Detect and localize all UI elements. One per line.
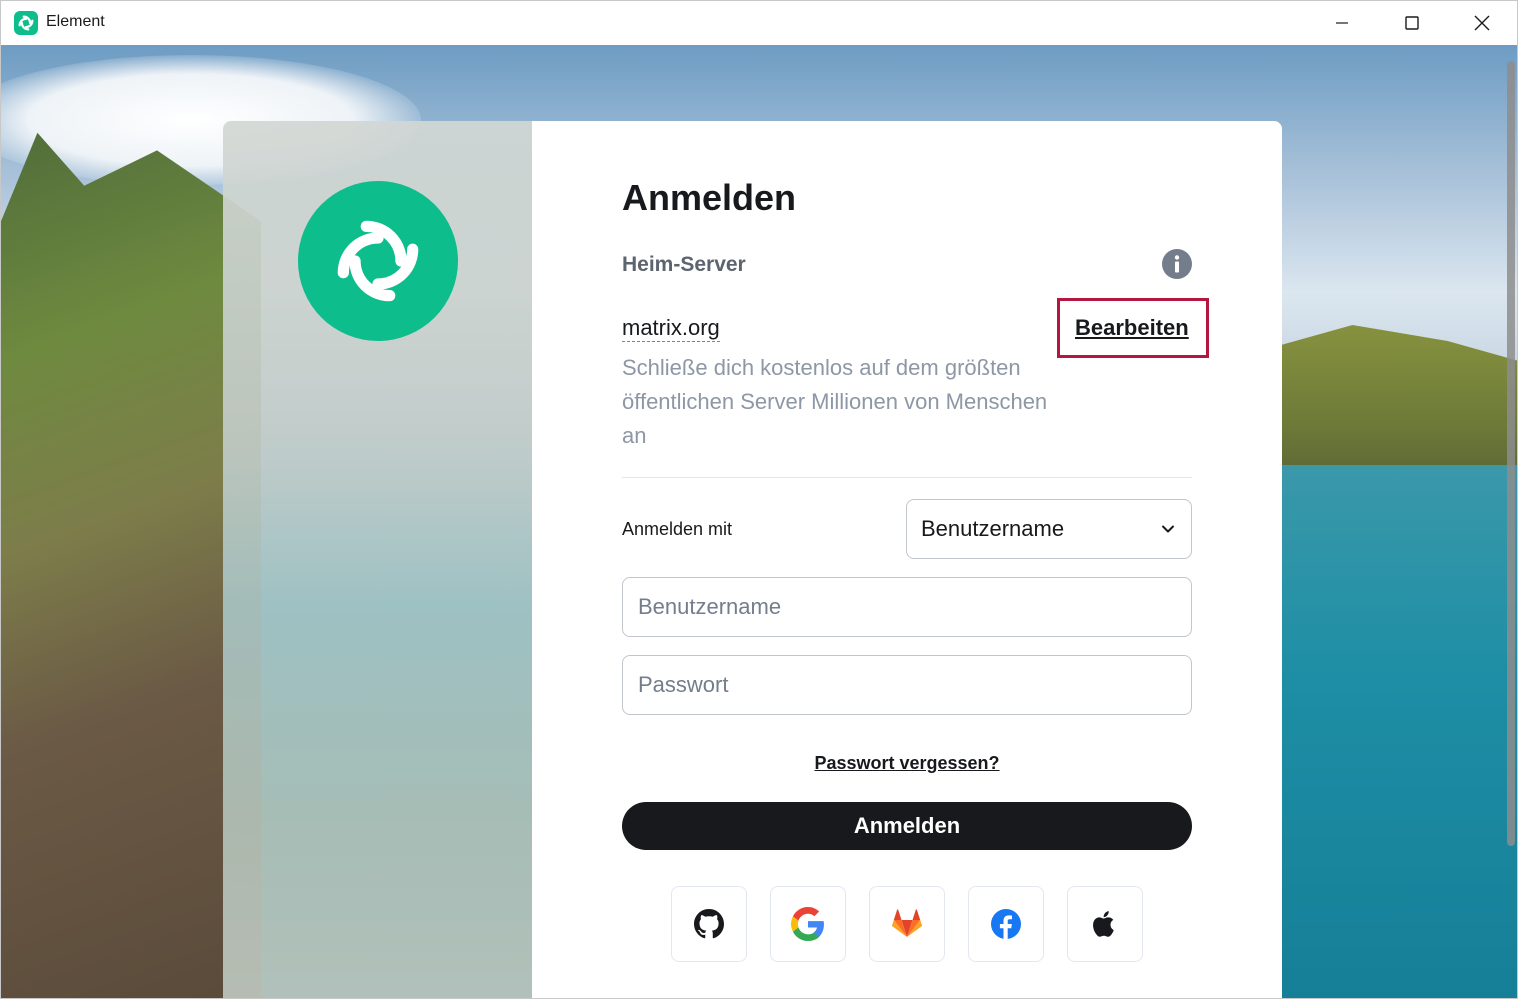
sso-github-button[interactable]	[671, 886, 747, 962]
sso-google-button[interactable]	[770, 886, 846, 962]
close-button[interactable]	[1447, 1, 1517, 45]
sso-facebook-button[interactable]	[968, 886, 1044, 962]
facebook-icon	[991, 909, 1021, 939]
homeserver-label: Heim-Server	[622, 253, 746, 276]
username-input[interactable]	[623, 578, 1191, 636]
auth-card: Anmelden Heim-Server matrix.org Bearbeit…	[223, 121, 1282, 998]
close-icon	[1474, 15, 1490, 31]
info-icon[interactable]	[1161, 248, 1193, 280]
github-icon	[694, 909, 724, 939]
login-with-label: Anmelden mit	[622, 519, 733, 539]
divider	[622, 477, 1192, 478]
edit-homeserver-link[interactable]: Bearbeiten	[1075, 315, 1189, 341]
minimize-button[interactable]	[1307, 1, 1377, 45]
homeserver-description: Schließe dich kostenlos auf dem größten …	[622, 355, 1048, 448]
google-icon	[791, 907, 824, 941]
title-bar: Element	[1, 1, 1517, 45]
sso-apple-button[interactable]	[1067, 886, 1143, 962]
password-field[interactable]	[622, 655, 1192, 715]
auth-header-panel	[223, 121, 532, 998]
scrollbar[interactable]	[1507, 61, 1515, 846]
element-logo	[298, 181, 458, 341]
username-field[interactable]	[622, 577, 1192, 637]
sign-in-button[interactable]: Anmelden	[622, 802, 1192, 850]
sso-gitlab-button[interactable]	[869, 886, 945, 962]
chevron-down-icon	[1162, 525, 1174, 533]
login-type-value: Benutzername	[921, 516, 1065, 541]
window-title: Element	[46, 13, 105, 30]
forgot-password-link[interactable]: Passwort vergessen?	[622, 753, 1192, 774]
page-title: Anmelden	[622, 177, 797, 218]
app-window: Element Anmelden Heim-Server matrix.org …	[0, 0, 1518, 999]
sso-buttons	[671, 886, 1143, 962]
gitlab-icon	[892, 909, 922, 937]
maximize-icon	[1405, 16, 1419, 30]
homeserver-name: matrix.org	[622, 315, 720, 342]
login-type-select[interactable]: Benutzername	[906, 499, 1192, 559]
password-input[interactable]	[623, 656, 1191, 714]
maximize-button[interactable]	[1377, 1, 1447, 45]
login-form-panel: Anmelden Heim-Server matrix.org Bearbeit…	[532, 121, 1282, 998]
apple-icon	[1093, 911, 1114, 937]
element-app-icon	[14, 11, 38, 35]
minimize-icon	[1336, 22, 1348, 24]
